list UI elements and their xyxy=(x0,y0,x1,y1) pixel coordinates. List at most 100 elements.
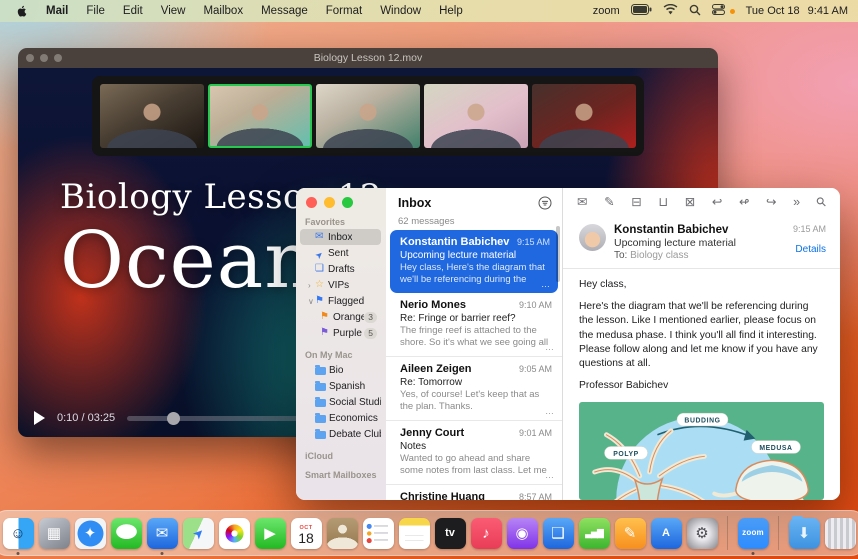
message-row-nerio-mones[interactable]: Nerio Mones9:10 AMRe: Fringe or barrier … xyxy=(386,293,562,356)
menu-file[interactable]: File xyxy=(77,5,114,17)
dock-reminders[interactable] xyxy=(361,512,395,554)
message-preview: Hey class, Here's the diagram that we'll… xyxy=(400,262,550,287)
trash-icon[interactable]: ⊔ xyxy=(658,196,668,209)
sidebar-item-orange[interactable]: ⚑Orange3 xyxy=(300,309,381,325)
dock-facetime[interactable]: ▶ xyxy=(253,512,287,554)
sidebar-item-economics[interactable]: Economics xyxy=(300,410,381,426)
menu-help[interactable]: Help xyxy=(430,5,472,17)
menubar-time[interactable]: 9:41 AM xyxy=(808,5,848,17)
dock-photos[interactable] xyxy=(217,512,251,554)
details-link[interactable]: Details xyxy=(793,244,826,255)
scrollbar[interactable] xyxy=(556,226,560,282)
video-window-titlebar[interactable]: Biology Lesson 12.mov xyxy=(18,48,718,68)
sidebar-item-label: Flagged xyxy=(328,296,364,307)
dock-messages[interactable] xyxy=(109,512,143,554)
spotlight-icon[interactable] xyxy=(689,4,701,19)
menu-message[interactable]: Message xyxy=(252,5,317,17)
dock-finder[interactable]: ☺ xyxy=(1,512,35,554)
close-button[interactable] xyxy=(306,197,317,208)
message-subject: Upcoming lecture material xyxy=(400,250,550,261)
menu-format[interactable]: Format xyxy=(317,5,371,17)
control-center-icon[interactable] xyxy=(712,4,725,18)
chevron-down-icon[interactable]: ∨ xyxy=(308,297,315,306)
dock-notes[interactable] xyxy=(397,512,431,554)
reply-all-icon[interactable]: ↫ xyxy=(739,196,749,209)
menu-edit[interactable]: Edit xyxy=(114,5,152,17)
play-button[interactable] xyxy=(34,411,45,425)
dock-divider xyxy=(727,516,728,550)
sidebar-item-bio[interactable]: Bio xyxy=(300,362,381,378)
doc-icon: ❏ xyxy=(315,264,328,274)
chevron-right-icon[interactable]: › xyxy=(308,281,315,290)
search-icon[interactable]: ⚲ xyxy=(814,195,829,210)
zoom-button[interactable] xyxy=(342,197,353,208)
message-sender: Nerio Mones xyxy=(400,299,515,311)
menu-mail[interactable]: Mail xyxy=(37,5,77,17)
dock-numbers[interactable]: ▃▅▇ xyxy=(577,512,611,554)
forward-icon[interactable]: ↪ xyxy=(766,196,776,209)
sidebar-item-spanish[interactable]: Spanish xyxy=(300,378,381,394)
menubar-date[interactable]: Tue Oct 18 xyxy=(746,5,800,17)
more-icon[interactable]: » xyxy=(793,196,800,209)
participant-tile-2[interactable] xyxy=(208,84,312,148)
participant-tile-1[interactable] xyxy=(100,84,204,148)
dock-apple-tv[interactable]: tv xyxy=(433,512,467,554)
window-controls[interactable] xyxy=(296,197,386,208)
dock-system-settings[interactable]: ⚙ xyxy=(685,512,719,554)
flag-icon: ⚑ xyxy=(320,312,333,322)
junk-icon[interactable]: ⊠ xyxy=(685,196,695,209)
dock-calendar[interactable]: OCT18 xyxy=(289,512,323,554)
dock-launchpad[interactable]: ▦ xyxy=(37,512,71,554)
dock-app-store[interactable]: A xyxy=(649,512,683,554)
folder-icon xyxy=(315,383,326,391)
participant-tile-5[interactable] xyxy=(532,84,636,148)
sidebar-item-debate-club[interactable]: Debate Club xyxy=(300,426,381,442)
participant-tile-4[interactable] xyxy=(424,84,528,148)
participant-tile-3[interactable] xyxy=(316,84,420,148)
dock-keynote[interactable]: ❑ xyxy=(541,512,575,554)
dock-trash[interactable] xyxy=(823,512,857,554)
sidebar-item-sent[interactable]: ➤Sent xyxy=(300,245,381,261)
dock-contacts[interactable] xyxy=(325,512,359,554)
recipient-line: To: Biology class xyxy=(614,250,793,261)
dock-maps[interactable]: ➤ xyxy=(181,512,215,554)
compose-icon[interactable]: ✎ xyxy=(604,196,614,209)
unread-badge: 5 xyxy=(364,328,377,339)
reply-icon[interactable]: ↩ xyxy=(712,196,722,209)
dock-music[interactable]: ♪ xyxy=(469,512,503,554)
dock-podcasts[interactable]: ◉ xyxy=(505,512,539,554)
apple-menu-icon[interactable] xyxy=(16,4,29,19)
dock-downloads[interactable]: ⬇ xyxy=(787,512,821,554)
sidebar-item-purple[interactable]: ⚑Purple5 xyxy=(300,325,381,341)
message-row-christine-huang[interactable]: Christine Huang8:57 AMDebate club - resc… xyxy=(386,484,562,500)
menu-view[interactable]: View xyxy=(152,5,195,17)
sidebar-item-drafts[interactable]: ❏Drafts xyxy=(300,261,381,277)
lifecycle-diagram-image[interactable]: BUDDING POLYP MEDUSA xyxy=(579,402,824,500)
message-row-aileen-zeigen[interactable]: Aileen Zeigen9:05 AMRe: TomorrowYes, of … xyxy=(386,356,562,420)
sidebar-item-flagged[interactable]: ∨⚑Flagged xyxy=(300,293,381,309)
envelope-icon[interactable]: ✉ xyxy=(577,196,587,209)
battery-icon[interactable] xyxy=(631,4,652,18)
system-settings-icon: ⚙ xyxy=(687,518,718,549)
dock-zoom[interactable]: zoom xyxy=(736,512,770,554)
zoom-icon: zoom xyxy=(738,518,769,549)
sidebar-item-inbox[interactable]: ✉Inbox xyxy=(300,229,381,245)
progress-knob[interactable] xyxy=(167,412,180,425)
zoom-status-label[interactable]: zoom xyxy=(593,5,620,17)
dock-mail[interactable]: ✉ xyxy=(145,512,179,554)
mail-icon: ✉ xyxy=(147,518,178,549)
dock-pages[interactable]: ✎ xyxy=(613,512,647,554)
wifi-icon[interactable] xyxy=(663,4,678,18)
menu-mailbox[interactable]: Mailbox xyxy=(194,5,252,17)
dock-safari[interactable]: ✦ xyxy=(73,512,107,554)
sidebar-item-vips[interactable]: ›☆VIPs xyxy=(300,277,381,293)
menu-window[interactable]: Window xyxy=(371,5,430,17)
message-row-konstantin-babichev[interactable]: Konstantin Babichev9:15 AMUpcoming lectu… xyxy=(390,230,558,293)
archive-icon[interactable]: ⊟ xyxy=(631,196,641,209)
message-preview: Yes, of course! Let's keep that as the p… xyxy=(400,389,552,414)
filter-icon[interactable] xyxy=(538,196,552,215)
minimize-button[interactable] xyxy=(324,197,335,208)
message-row-jenny-court[interactable]: Jenny Court9:01 AMNotesWanted to go ahea… xyxy=(386,420,562,484)
finder-icon: ☺ xyxy=(3,518,34,549)
sidebar-item-social-studies[interactable]: Social Studies xyxy=(300,394,381,410)
